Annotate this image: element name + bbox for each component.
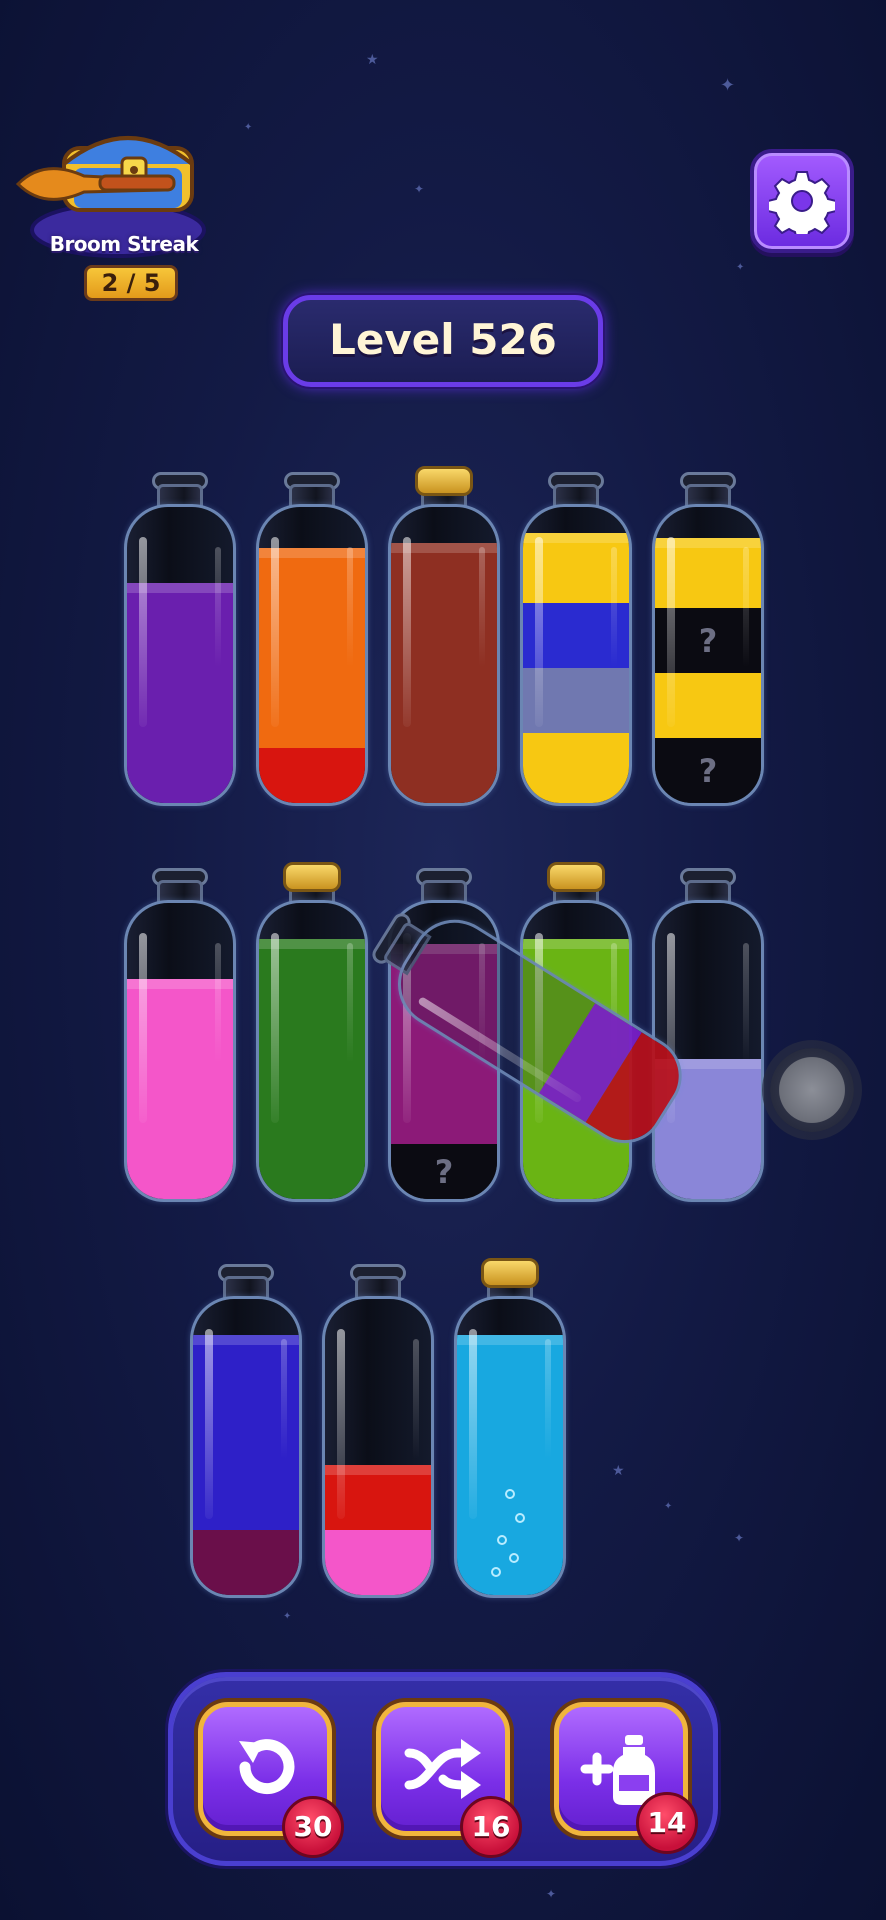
- bottle-r2-c2[interactable]: [256, 862, 368, 1202]
- bottle-glass: [388, 504, 500, 806]
- liquid-layer: [193, 1530, 299, 1595]
- bottle-r2-c1[interactable]: [124, 862, 236, 1202]
- shuffle-count-badge: 16: [460, 1796, 522, 1858]
- bottle-liquid: [325, 1465, 431, 1595]
- bottle-r1-c2[interactable]: [256, 466, 368, 806]
- liquid-layer: [391, 543, 497, 803]
- bottle-liquid: [127, 979, 233, 1199]
- bottle-glass: [256, 504, 368, 806]
- hidden-liquid-layer: ?: [655, 738, 761, 803]
- bottle-r3-c1[interactable]: [190, 1258, 302, 1598]
- hidden-layer-marker: ?: [434, 1152, 454, 1191]
- bottle-r1-c1[interactable]: [124, 466, 236, 806]
- bottle-glass: [322, 1296, 434, 1598]
- hidden-liquid-layer: ?: [391, 1144, 497, 1199]
- bottle-glass: [124, 900, 236, 1202]
- liquid-layer: [523, 668, 629, 733]
- liquid-layer: [655, 538, 761, 608]
- glass-highlight: [743, 943, 749, 1063]
- liquid-layer: [523, 533, 629, 603]
- bottle-liquid: ??: [655, 538, 761, 803]
- glass-highlight: [413, 1339, 419, 1459]
- bubble: [497, 1535, 507, 1545]
- bubble: [515, 1513, 525, 1523]
- add-bottle-count-badge: 14: [636, 1792, 698, 1854]
- bottle-r2-c5[interactable]: [652, 862, 764, 1202]
- star-decoration: ✦: [546, 1887, 557, 1901]
- bottle-liquid: [259, 548, 365, 803]
- star-decoration: ✦: [664, 1501, 673, 1512]
- hidden-layer-marker: ?: [698, 621, 718, 660]
- touch-pointer: [770, 1048, 854, 1132]
- liquid-layer: [193, 1335, 299, 1530]
- bubble: [505, 1489, 515, 1499]
- bottle-r1-c3[interactable]: [388, 466, 500, 806]
- star-decoration: ✦: [720, 75, 736, 96]
- bottle-glass: [520, 504, 632, 806]
- bottle-r3-c3[interactable]: [454, 1258, 566, 1598]
- bottle-glass: [124, 504, 236, 806]
- liquid-layer: [259, 548, 365, 748]
- hidden-liquid-layer: ?: [655, 608, 761, 673]
- broom-streak-count: 2 / 5: [84, 265, 178, 301]
- liquid-layer: [655, 673, 761, 738]
- cork-icon: [481, 1258, 539, 1288]
- bottle-r1-c5[interactable]: ??: [652, 466, 764, 806]
- liquid-layer: [127, 583, 233, 803]
- gear-icon: [769, 171, 835, 234]
- star-decoration: ★: [612, 1463, 625, 1479]
- bottle-liquid: [523, 533, 629, 803]
- hidden-layer-marker: ?: [698, 751, 718, 790]
- undo-count-badge: 30: [282, 1796, 344, 1858]
- star-decoration: ✦: [736, 262, 745, 273]
- bottle-glass: ??: [652, 504, 764, 806]
- bottle-r3-c2[interactable]: [322, 1258, 434, 1598]
- undo-icon: [239, 1739, 295, 1795]
- bottle-liquid: [391, 543, 497, 803]
- bottle-liquid: [127, 583, 233, 803]
- cork-icon: [415, 466, 473, 496]
- bottle-liquid: [193, 1335, 299, 1595]
- star-decoration: ✦: [283, 1611, 292, 1622]
- liquid-layer: [523, 733, 629, 803]
- level-title: Level 526: [283, 295, 603, 387]
- liquid-layer: [127, 979, 233, 1199]
- shuffle-icon: [404, 1739, 481, 1799]
- liquid-layer: [523, 603, 629, 668]
- star-decoration: ★: [366, 52, 379, 68]
- bubble: [509, 1553, 519, 1563]
- settings-button[interactable]: [750, 149, 854, 253]
- liquid-layer: [325, 1530, 431, 1595]
- star-decoration: ✦: [244, 122, 253, 133]
- cork-icon: [283, 862, 341, 892]
- star-decoration: ✦: [734, 1531, 745, 1545]
- bubble: [491, 1567, 501, 1577]
- bottle-glass: [190, 1296, 302, 1598]
- star-decoration: ✦: [414, 182, 425, 196]
- liquid-layer: [259, 748, 365, 803]
- broom-streak-widget[interactable]: Broom Streak 2 / 5: [14, 118, 210, 301]
- bottle-glass: [454, 1296, 566, 1598]
- cork-icon: [547, 862, 605, 892]
- bottle-r1-c4[interactable]: [520, 466, 632, 806]
- broom-streak-label: Broom Streak: [49, 232, 199, 256]
- liquid-layer: [325, 1465, 431, 1530]
- bottle-glass: [256, 900, 368, 1202]
